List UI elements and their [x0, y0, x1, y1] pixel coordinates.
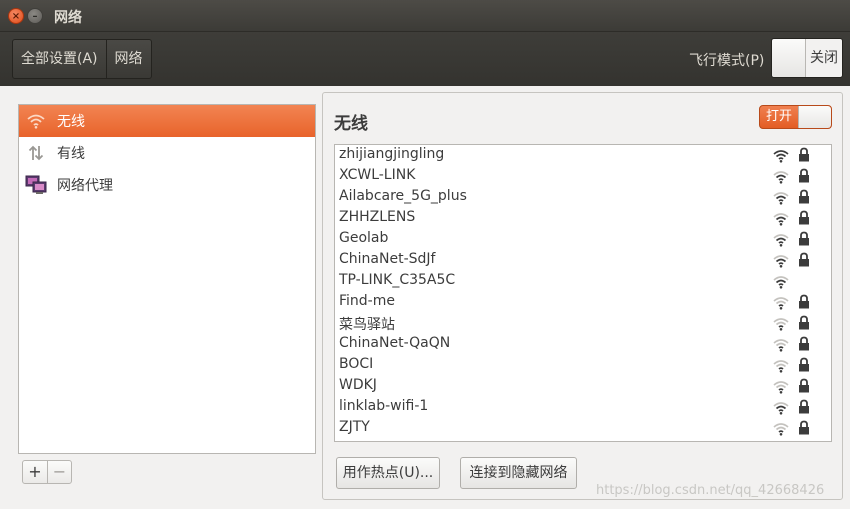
panel-title: 无线: [334, 114, 368, 134]
wifi-icon: [25, 110, 47, 132]
device-list: 无线 有线 网络代理: [18, 104, 316, 454]
network-row[interactable]: ZHHZLENS: [335, 208, 831, 229]
watermark: https://blog.csdn.net/qq_42668426: [596, 483, 825, 498]
network-name: Geolab: [339, 230, 389, 246]
network-row[interactable]: ChinaNet-QaQN: [335, 334, 831, 355]
signal-strength-icon: [773, 213, 789, 226]
network-name: Find-me: [339, 293, 395, 309]
signal-strength-icon: [773, 234, 789, 247]
device-item-label: 无线: [57, 114, 85, 130]
add-device-button[interactable]: +: [23, 461, 47, 483]
network-row[interactable]: TP-LINK_C35A5C: [335, 271, 831, 292]
device-pane: 无线 有线 网络代理: [10, 96, 316, 501]
close-window-button[interactable]: ×: [8, 8, 24, 24]
lock-icon: [799, 168, 809, 183]
device-item-proxy[interactable]: 网络代理: [19, 169, 315, 201]
network-name: ChinaNet-SdJf: [339, 251, 436, 267]
airplane-mode-switch[interactable]: 关闭: [771, 38, 843, 78]
network-row[interactable]: Ailabcare_5G_plus: [335, 187, 831, 208]
lock-icon: [799, 420, 809, 435]
network-name: 菜鸟驿站: [339, 317, 395, 333]
network-row[interactable]: 菜鸟驿站: [335, 313, 831, 334]
network-row[interactable]: XCWL-LINK: [335, 166, 831, 187]
signal-strength-icon: [773, 255, 789, 268]
signal-strength-icon: [773, 360, 789, 373]
signal-strength-icon: [773, 423, 789, 436]
lock-icon: [799, 231, 809, 246]
minimize-window-button[interactable]: –: [27, 8, 43, 24]
wired-arrows-icon: [25, 142, 47, 164]
signal-strength-icon: [773, 150, 789, 163]
toolbar: 全部设置(A) 网络 飞行模式(P): [0, 32, 850, 86]
connect-hidden-network-button[interactable]: 连接到隐藏网络: [460, 457, 577, 489]
network-name: zhijiangjingling: [339, 146, 445, 162]
signal-strength-icon: [773, 381, 789, 394]
airplane-switch-knob[interactable]: [772, 39, 806, 77]
remove-device-button[interactable]: −: [47, 461, 71, 483]
use-as-hotspot-button[interactable]: 用作热点(U)...: [336, 457, 440, 489]
network-name: TP-LINK_C35A5C: [339, 272, 456, 288]
breadcrumb-network[interactable]: 网络: [105, 40, 151, 78]
signal-strength-icon: [773, 318, 789, 331]
network-row[interactable]: Geolab: [335, 229, 831, 250]
network-list[interactable]: zhijiangjingling XCWL-LINK Ailabcare_5G_pl…: [334, 144, 832, 442]
airplane-switch-state: 关闭: [810, 50, 838, 66]
wireless-panel: 无线 打开 zhijiangjingling XCWL-LINK Ailabcare…: [322, 92, 843, 500]
lock-icon: [799, 336, 809, 351]
network-row[interactable]: Find-me: [335, 292, 831, 313]
device-item-label: 有线: [57, 146, 85, 162]
lock-icon: [799, 378, 809, 393]
window-title: 网络: [54, 10, 82, 26]
lock-icon: [799, 252, 809, 267]
signal-strength-icon: [773, 339, 789, 352]
device-list-toolbar: + −: [22, 460, 72, 484]
airplane-mode-label: 飞行模式(P): [689, 53, 765, 69]
proxy-monitor-icon: [25, 174, 47, 196]
lock-icon: [799, 399, 809, 414]
network-name: ZJTY: [339, 419, 370, 435]
lock-icon: [799, 210, 809, 225]
wireless-switch-knob[interactable]: [798, 106, 831, 128]
wireless-switch-state: 打开: [765, 109, 792, 124]
wireless-toggle-switch[interactable]: 打开: [759, 105, 832, 129]
device-item-wireless[interactable]: 无线: [19, 105, 315, 137]
network-name: linklab-wifi-1: [339, 398, 429, 414]
signal-strength-icon: [773, 402, 789, 415]
title-bar: × – 网络: [0, 0, 850, 32]
network-row[interactable]: zhijiangjingling: [335, 145, 831, 166]
network-row[interactable]: WDKJ: [335, 376, 831, 397]
network-name: ZHHZLENS: [339, 209, 416, 225]
network-row[interactable]: ChinaNet-SdJf: [335, 250, 831, 271]
signal-strength-icon: [773, 276, 789, 289]
lock-icon: [799, 189, 809, 204]
lock-icon: [799, 357, 809, 372]
lock-icon: [799, 147, 809, 162]
device-item-label: 网络代理: [57, 178, 113, 194]
network-row[interactable]: linklab-wifi-1: [335, 397, 831, 418]
signal-strength-icon: [773, 297, 789, 310]
device-item-wired[interactable]: 有线: [19, 137, 315, 169]
network-row[interactable]: ZJTY: [335, 418, 831, 439]
signal-strength-icon: [773, 171, 789, 184]
lock-icon: [799, 315, 809, 330]
network-row[interactable]: BOCI: [335, 355, 831, 376]
all-settings-button[interactable]: 全部设置(A): [13, 40, 106, 78]
network-name: BOCI: [339, 356, 374, 372]
network-name: WDKJ: [339, 377, 377, 393]
lock-icon: [799, 294, 809, 309]
network-name: XCWL-LINK: [339, 167, 416, 183]
signal-strength-icon: [773, 192, 789, 205]
breadcrumb: 全部设置(A) 网络: [12, 39, 152, 79]
network-name: ChinaNet-QaQN: [339, 335, 451, 351]
network-name: Ailabcare_5G_plus: [339, 188, 467, 204]
